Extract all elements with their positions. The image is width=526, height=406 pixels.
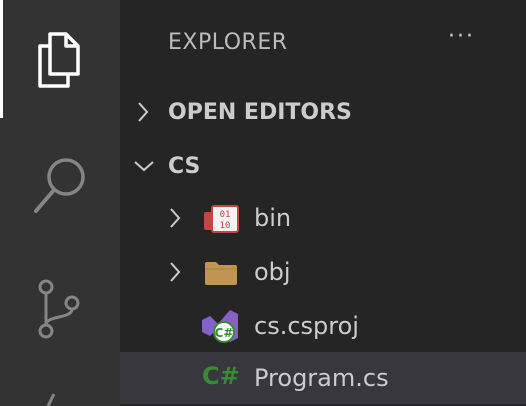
- csproj-icon: C#: [202, 310, 238, 343]
- tree-item-label: Program.cs: [254, 364, 389, 392]
- search-icon: [34, 158, 85, 213]
- chevron-right-icon: [138, 102, 149, 122]
- csproj-badge-text: C#: [215, 326, 234, 340]
- section-open-editors[interactable]: OPEN EDITORS: [120, 86, 526, 138]
- chevron-right-icon: [170, 208, 181, 228]
- chevron-down-icon: [134, 161, 154, 172]
- activity-bar: [0, 0, 120, 406]
- tree-item-label: obj: [254, 258, 291, 286]
- explorer-sidebar: EXPLORER ··· OPEN EDITORS CS 01 10 bin o…: [120, 0, 526, 406]
- tree-item-bin[interactable]: 01 10 bin: [120, 192, 526, 244]
- run-debug-activity-button[interactable]: [0, 390, 120, 406]
- csharp-icon: C#: [202, 362, 240, 390]
- binary-digits-bottom: 10: [220, 221, 231, 231]
- binary-digits-top: 01: [220, 210, 231, 220]
- explorer-activity-button[interactable]: [0, 20, 120, 100]
- search-activity-button[interactable]: [0, 150, 120, 220]
- section-label: CS: [168, 153, 201, 179]
- folder-icon: [205, 262, 237, 285]
- files-icon: [38, 32, 80, 88]
- tree-item-program-cs[interactable]: C# Program.cs: [120, 352, 526, 404]
- source-control-icon: [38, 279, 80, 339]
- tree-item-obj[interactable]: obj: [120, 246, 526, 298]
- section-label: OPEN EDITORS: [168, 99, 352, 125]
- more-actions-button[interactable]: ···: [448, 24, 475, 49]
- source-control-activity-button[interactable]: [0, 274, 120, 344]
- tree-item-label: bin: [254, 204, 292, 232]
- run-debug-icon: [46, 393, 56, 406]
- chevron-right-icon: [170, 262, 181, 282]
- tree-item-csproj[interactable]: C# cs.csproj: [120, 300, 526, 352]
- section-workspace[interactable]: CS: [120, 140, 526, 192]
- explorer-title: EXPLORER: [168, 30, 288, 55]
- tree-item-label: cs.csproj: [254, 312, 359, 340]
- binary-folder-icon: 01 10: [204, 205, 239, 233]
